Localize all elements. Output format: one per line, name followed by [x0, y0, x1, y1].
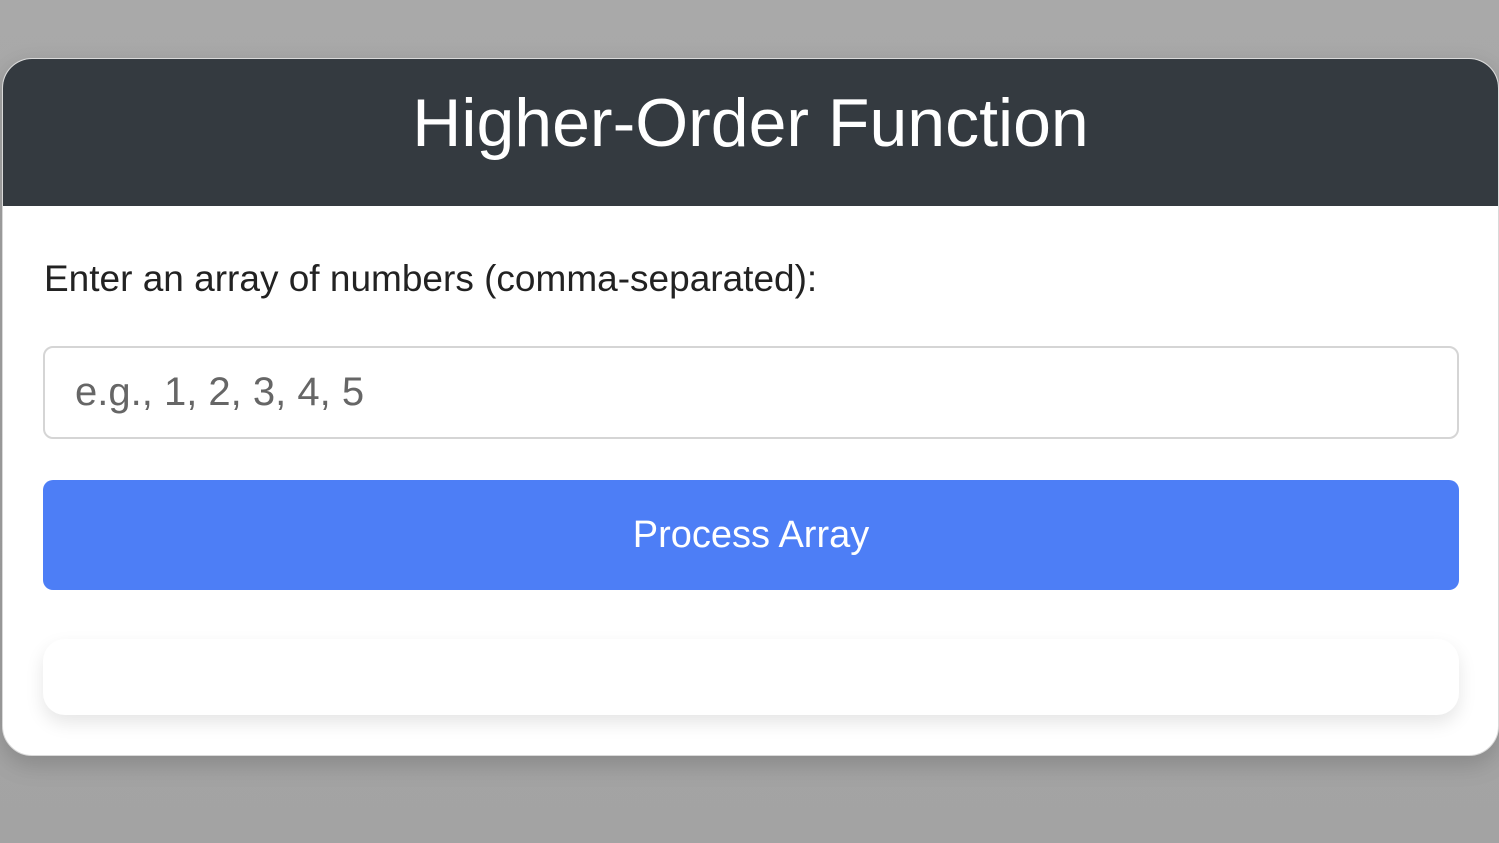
- main-card: Higher-Order Function Enter an array of …: [2, 58, 1499, 756]
- process-array-button[interactable]: Process Array: [43, 480, 1459, 590]
- array-input[interactable]: [43, 346, 1459, 439]
- header-bar: Higher-Order Function: [3, 59, 1498, 206]
- page-title: Higher-Order Function: [412, 84, 1089, 161]
- array-input-label: Enter an array of numbers (comma-separat…: [44, 258, 818, 299]
- result-panel: [43, 639, 1459, 715]
